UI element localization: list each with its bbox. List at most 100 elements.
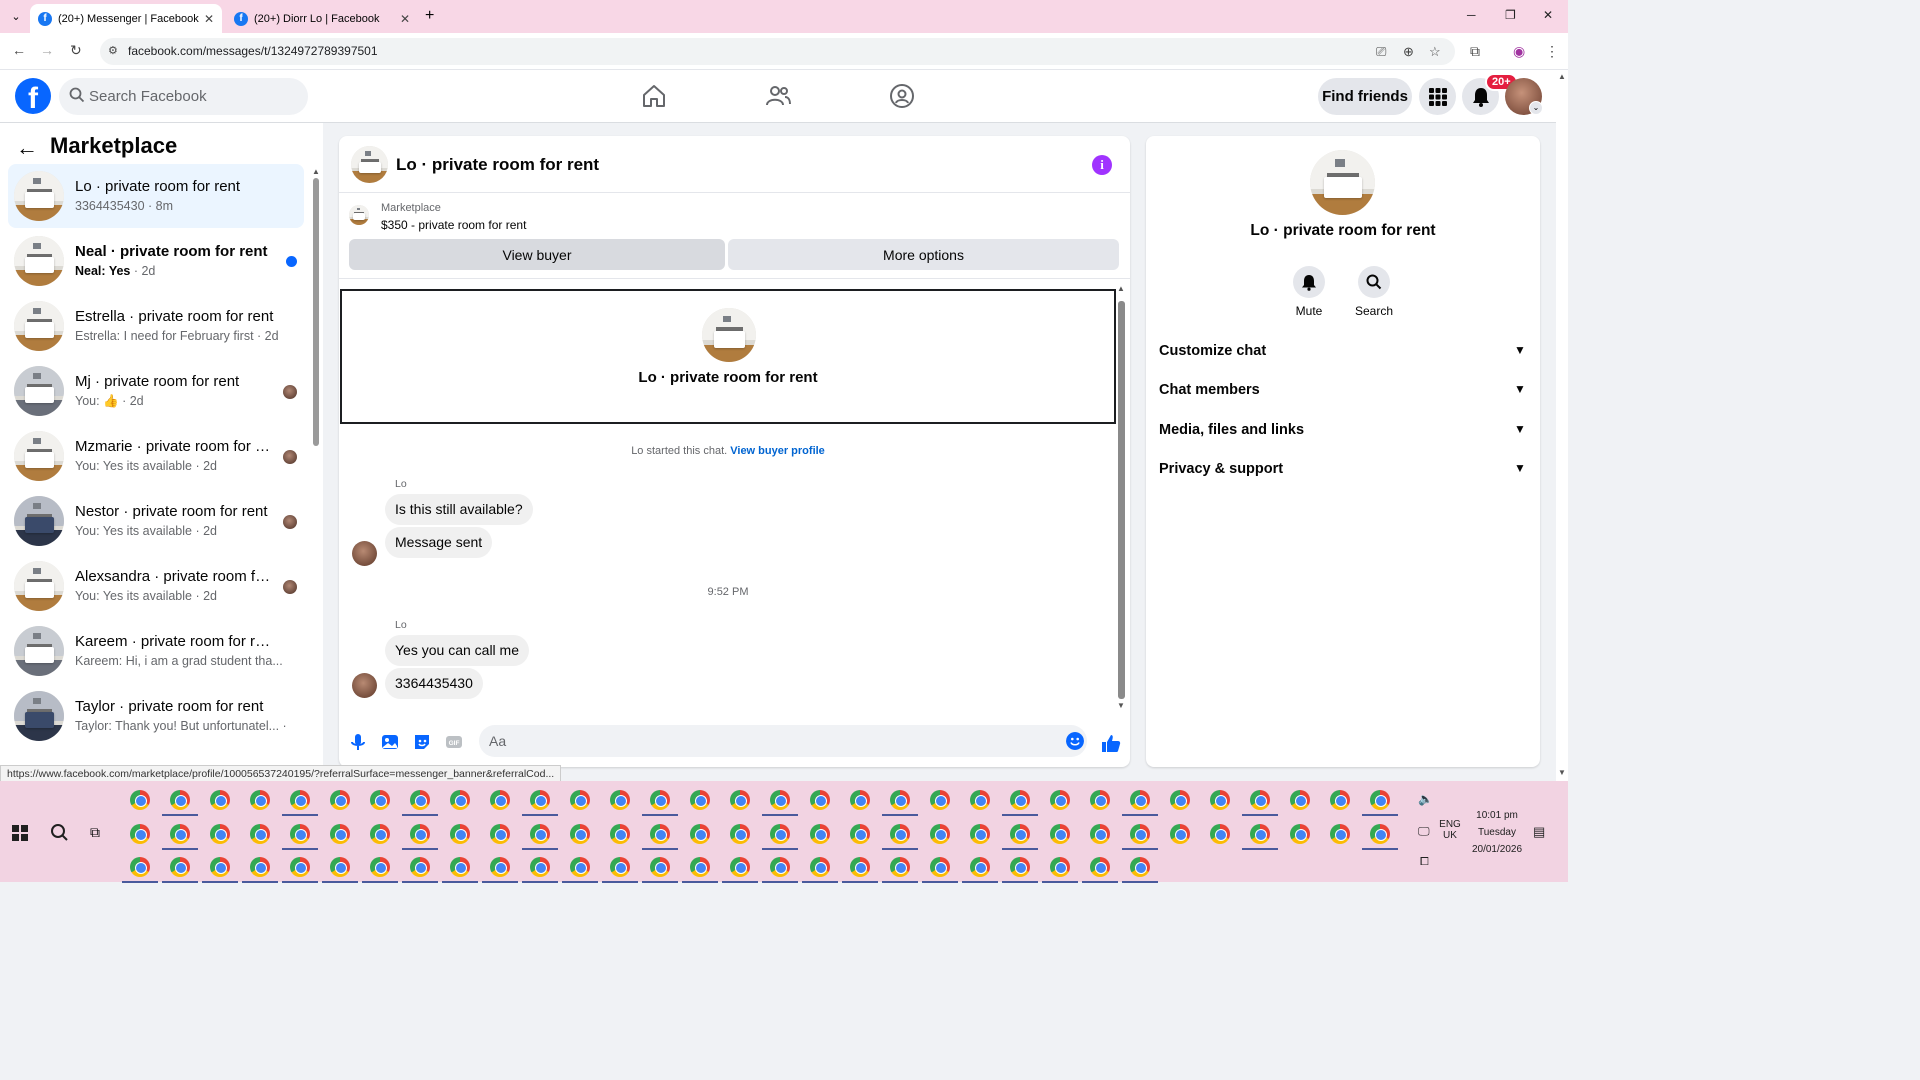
thumbs-up-icon[interactable] [1100,732,1122,754]
conversation-item-neal[interactable]: Neal · private room for rent Neal: Yes ·… [8,229,304,293]
browser-window-icon[interactable] [530,824,550,844]
browser-window-icon[interactable] [250,857,270,877]
browser-window-icon[interactable] [490,790,510,810]
minimize-icon[interactable]: ─ [1467,8,1476,22]
browser-window-icon[interactable] [890,790,910,810]
browser-window-icon[interactable] [250,790,270,810]
browser-window-icon[interactable] [730,857,750,877]
scroll-up-arrow-icon[interactable]: ▲ [1558,72,1566,81]
reload-icon[interactable]: ↻ [70,42,82,59]
mute-button[interactable]: Mute [1279,266,1339,318]
speaker-icon[interactable]: 🔈 [1418,792,1433,806]
browser-window-icon[interactable] [810,824,830,844]
browser-window-icon[interactable] [410,790,430,810]
browser-window-icon[interactable] [570,857,590,877]
browser-window-icon[interactable] [210,790,230,810]
browser-window-icon[interactable] [1050,790,1070,810]
message-input[interactable] [489,725,1049,757]
view-buyer-button[interactable]: View buyer [349,239,725,270]
browser-window-icon[interactable] [170,824,190,844]
tab-close-icon[interactable]: ✕ [400,12,410,26]
tab-search-chevron-icon[interactable]: ⌄ [6,8,26,26]
browser-window-icon[interactable] [970,824,990,844]
gif-icon[interactable]: GIF [444,732,464,752]
browser-window-icon[interactable] [930,857,950,877]
browser-window-icon[interactable] [330,790,350,810]
profile-icon[interactable]: ◉ [1513,43,1525,60]
listing-title[interactable]: $350 - private room for rent [381,218,526,232]
conversation-item-estrella[interactable]: Estrella · private room for rent Estrell… [8,294,304,358]
message-bubble[interactable]: Yes you can call me [385,635,529,666]
browser-window-icon[interactable] [850,790,870,810]
conversation-item-mzmarie[interactable]: Mzmarie · private room for rent You: Yes… [8,424,304,488]
notification-center-icon[interactable]: ▤ [1533,824,1545,840]
scroll-up-arrow-icon[interactable]: ▲ [1117,284,1125,293]
display-icon[interactable]: ⧠ [1420,856,1429,869]
browser-window-icon[interactable] [1290,790,1310,810]
message-input-box[interactable] [479,725,1087,757]
sender-avatar[interactable] [352,541,377,566]
tab-close-icon[interactable]: ✕ [204,12,214,26]
tab-messenger[interactable]: f (20+) Messenger | Facebook ✕ [30,4,222,33]
browser-window-icon[interactable] [850,824,870,844]
emoji-icon[interactable] [1066,732,1084,750]
browser-window-icon[interactable] [1010,857,1030,877]
browser-window-icon[interactable] [450,790,470,810]
back-icon[interactable]: ← [12,42,26,58]
conversation-item-lo[interactable]: Lo · private room for rent 3364435430 · … [8,164,304,228]
browser-window-icon[interactable] [450,857,470,877]
facebook-logo-icon[interactable]: f [15,78,51,114]
conversation-item-taylor[interactable]: Taylor · private room for rent Taylor: T… [8,684,304,748]
browser-window-icon[interactable] [1290,824,1310,844]
browser-window-icon[interactable] [250,824,270,844]
clock[interactable]: 10:01 pm Tuesday 20/01/2026 [1468,807,1526,858]
browser-window-icon[interactable] [290,790,310,810]
bookmark-star-icon[interactable]: ☆ [1429,44,1441,60]
browser-window-icon[interactable] [970,857,990,877]
browser-window-icon[interactable] [450,824,470,844]
message-bubble[interactable]: 3364435430 [385,668,483,699]
chat-members-row[interactable]: Chat members ▼ [1146,373,1540,411]
browser-window-icon[interactable] [1250,790,1270,810]
more-options-button[interactable]: More options [728,239,1119,270]
conversation-item-alexsandra[interactable]: Alexsandra · private room for ... You: Y… [8,554,304,618]
privacy-support-row[interactable]: Privacy & support ▼ [1146,452,1540,490]
browser-window-icon[interactable] [370,824,390,844]
browser-window-icon[interactable] [1330,790,1350,810]
browser-window-icon[interactable] [370,790,390,810]
browser-window-icon[interactable] [890,857,910,877]
browser-window-icon[interactable] [1010,790,1030,810]
sticker-icon[interactable] [412,732,432,752]
browser-window-icon[interactable] [490,857,510,877]
back-arrow-icon[interactable]: ← [16,135,38,161]
browser-window-icon[interactable] [690,824,710,844]
browser-menu-icon[interactable]: ⋮ [1545,43,1559,60]
home-icon[interactable] [640,82,668,110]
browser-window-icon[interactable] [130,857,150,877]
browser-window-icon[interactable] [850,857,870,877]
chat-title[interactable]: Lo · private room for rent [396,155,599,175]
browser-window-icon[interactable] [1210,790,1230,810]
browser-window-icon[interactable] [610,790,630,810]
page-scrollbar[interactable]: ▲ ▼ [1556,70,1568,781]
browser-window-icon[interactable] [170,857,190,877]
browser-window-icon[interactable] [1370,824,1390,844]
extensions-icon[interactable]: ⧉ [1470,43,1480,60]
media-files-links-row[interactable]: Media, files and links ▼ [1146,413,1540,451]
groups-icon[interactable] [888,82,916,110]
search-in-chat-button[interactable]: Search [1344,266,1404,318]
browser-window-icon[interactable] [130,790,150,810]
zoom-icon[interactable]: ⊕ [1403,44,1414,60]
browser-window-icon[interactable] [570,824,590,844]
browser-window-icon[interactable] [410,824,430,844]
conversation-item-nestor[interactable]: Nestor · private room for rent You: Yes … [8,489,304,553]
view-buyer-profile-link[interactable]: View buyer profile [730,445,825,457]
browser-window-icon[interactable] [1210,824,1230,844]
microphone-icon[interactable] [348,732,368,752]
network-icon[interactable]: 🖵 [1418,824,1430,839]
browser-window-icon[interactable] [610,857,630,877]
tab-diorr-lo[interactable]: f (20+) Diorr Lo | Facebook ✕ [226,4,418,33]
restore-icon[interactable]: ❐ [1505,8,1516,22]
browser-window-icon[interactable] [930,790,950,810]
browser-window-icon[interactable] [1010,824,1030,844]
